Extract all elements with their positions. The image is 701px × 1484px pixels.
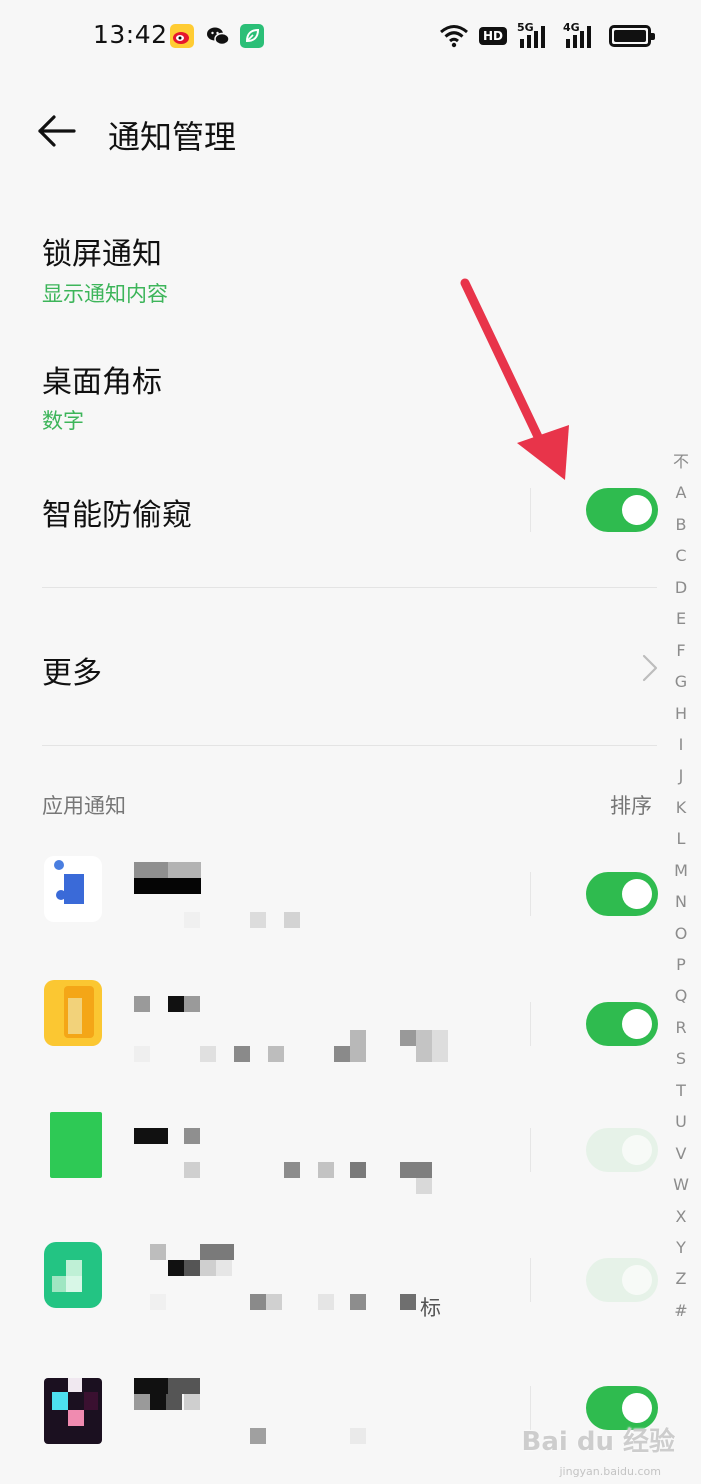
app-icon	[44, 856, 102, 922]
watermark-url: jingyan.baidu.com	[559, 1465, 661, 1478]
page-header: 通知管理	[0, 100, 701, 164]
setting-desktop-badge[interactable]: 桌面角标 数字	[0, 345, 660, 445]
divider	[530, 1002, 531, 1046]
app-detail-fragment: 标	[420, 1296, 441, 1320]
app-icon	[50, 1112, 102, 1178]
app-list-item[interactable]	[0, 958, 701, 1088]
app-icon	[44, 1378, 102, 1444]
app-notification-section-title: 应用通知	[42, 794, 126, 818]
divider	[42, 587, 657, 588]
divider	[530, 1258, 531, 1302]
app-icon	[44, 980, 102, 1046]
alpha-index-letter[interactable]: B	[666, 509, 696, 540]
signal-4g-icon: 4G	[563, 21, 599, 49]
alpha-index-letter[interactable]: E	[666, 603, 696, 634]
lock-screen-value: 显示通知内容	[42, 282, 168, 306]
more-title: 更多	[42, 656, 102, 691]
alpha-index-letter[interactable]: 不	[666, 446, 696, 477]
lock-screen-title: 锁屏通知	[42, 237, 162, 272]
back-arrow-icon[interactable]	[36, 110, 78, 152]
privacy-toggle[interactable]	[586, 488, 658, 532]
divider	[530, 872, 531, 916]
app-list-item[interactable]	[0, 828, 701, 958]
app-notification-toggle[interactable]	[586, 1128, 658, 1172]
app-notification-toggle[interactable]	[586, 1258, 658, 1302]
alpha-index-letter[interactable]: A	[666, 477, 696, 508]
weibo-icon	[170, 24, 194, 48]
divider	[530, 1128, 531, 1172]
divider	[42, 745, 657, 746]
app-list-item[interactable]	[0, 1348, 701, 1478]
status-bar: 13:42 HD 5G 4G	[0, 0, 701, 72]
badge-title: 桌面角标	[42, 365, 162, 400]
battery-icon	[609, 25, 655, 47]
privacy-title: 智能防偷窥	[42, 498, 192, 533]
app-icon	[44, 1242, 102, 1308]
alpha-index-letter[interactable]: F	[666, 635, 696, 666]
hd-icon: HD	[478, 27, 507, 45]
status-time: 13:42	[93, 20, 168, 49]
wifi-icon	[440, 25, 468, 48]
alpha-index-letter[interactable]: H	[666, 698, 696, 729]
divider	[530, 488, 531, 532]
badge-value: 数字	[42, 409, 84, 433]
wechat-icon	[207, 27, 230, 46]
alpha-index-letter[interactable]: K	[666, 792, 696, 823]
setting-lock-screen[interactable]: 锁屏通知 显示通知内容	[0, 215, 660, 315]
alpha-index-letter[interactable]: D	[666, 572, 696, 603]
leaf-app-icon	[240, 24, 264, 48]
page-title: 通知管理	[108, 118, 237, 156]
alpha-index-letter[interactable]: C	[666, 540, 696, 571]
sort-button[interactable]: 排序	[610, 790, 652, 820]
chevron-right-icon	[642, 654, 658, 682]
app-list-item[interactable]	[0, 1088, 701, 1218]
status-right-icons: HD 5G 4G	[439, 21, 655, 50]
signal-5g-icon: 5G	[517, 21, 553, 49]
alpha-index-letter[interactable]: G	[666, 666, 696, 697]
app-notification-toggle[interactable]	[586, 1002, 658, 1046]
watermark-logo: Bai du 经验	[521, 1427, 676, 1457]
setting-more[interactable]: 更多	[0, 620, 665, 715]
app-list-item[interactable]: 标	[0, 1218, 701, 1348]
alpha-index-letter[interactable]: J	[666, 760, 696, 791]
app-notification-toggle[interactable]	[586, 872, 658, 916]
alpha-index-letter[interactable]: I	[666, 729, 696, 760]
